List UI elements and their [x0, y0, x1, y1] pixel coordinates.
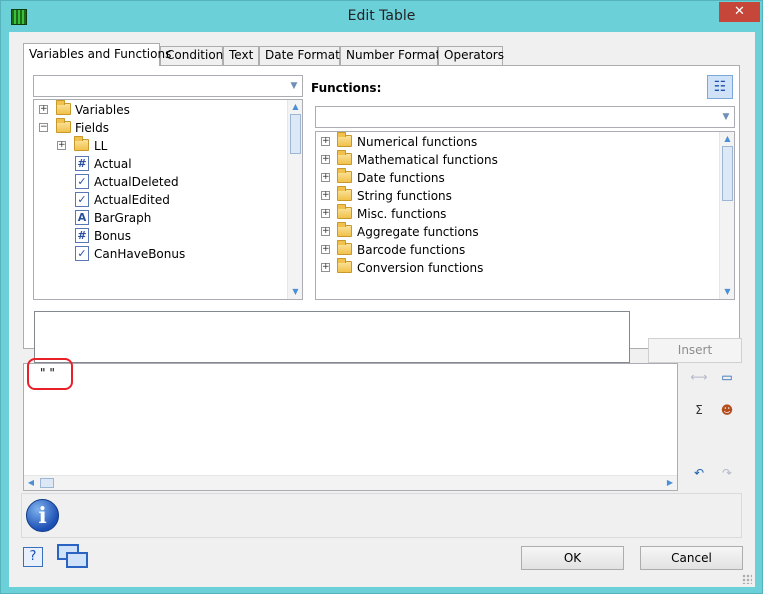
tree-item-label: Fields — [75, 121, 109, 135]
tree-item-label: Variables — [75, 103, 130, 117]
users-icon[interactable]: ☻ — [717, 401, 737, 419]
cancel-button[interactable]: Cancel — [640, 546, 743, 570]
expression-text: " " — [40, 366, 55, 380]
scroll-down-icon[interactable]: ▼ — [720, 285, 734, 299]
expand-icon[interactable]: + — [321, 155, 330, 164]
expand-icon[interactable]: + — [321, 137, 330, 146]
scroll-up-icon[interactable]: ▲ — [720, 132, 734, 146]
folder-icon — [337, 186, 352, 201]
variables-tree[interactable]: + Variables − Fields + LL # Actual ✓ Act… — [33, 99, 303, 300]
numeric-field-icon: # — [75, 156, 89, 171]
folder-icon — [337, 222, 352, 237]
tree-item-label: BarGraph — [94, 211, 152, 225]
scroll-right-icon[interactable]: ▶ — [663, 476, 677, 490]
tab-text[interactable]: Text — [223, 46, 259, 65]
dialog-body: Variables and Functions Condition Text D… — [9, 32, 755, 587]
fields-folder-icon — [56, 118, 71, 133]
view-toggle-icon[interactable]: ☷ — [707, 75, 733, 99]
undo-icon[interactable]: ↶ — [689, 464, 709, 482]
expand-icon[interactable]: + — [321, 263, 330, 272]
expand-icon[interactable]: + — [57, 141, 66, 150]
insert-button[interactable]: Insert — [648, 338, 742, 363]
function-category-label: String functions — [357, 189, 452, 203]
scroll-left-icon[interactable]: ◀ — [24, 476, 38, 490]
scroll-down-icon[interactable]: ▼ — [288, 285, 302, 299]
window-frame-front — [66, 552, 88, 568]
tab-operators[interactable]: Operators — [438, 46, 504, 65]
function-category-label: Date functions — [357, 171, 445, 185]
expand-icon[interactable]: + — [321, 245, 330, 254]
variables-scrollbar[interactable]: ▲ ▼ — [287, 100, 302, 299]
window-layout-icon[interactable] — [57, 544, 89, 570]
folder-icon — [74, 136, 89, 151]
text-field-icon: A — [75, 210, 89, 225]
window-title: Edit Table — [347, 8, 416, 24]
chevron-down-icon[interactable]: ▼ — [287, 77, 301, 95]
function-category-label: Mathematical functions — [357, 153, 498, 167]
folder-icon — [337, 150, 352, 165]
function-category-label: Conversion functions — [357, 261, 484, 275]
expand-icon[interactable]: + — [321, 191, 330, 200]
folder-icon — [337, 168, 352, 183]
expand-icon[interactable]: + — [321, 209, 330, 218]
variables-folder-icon — [56, 100, 71, 115]
info-panel: i — [21, 493, 742, 538]
fullscreen-icon[interactable]: ▭ — [717, 368, 737, 386]
variables-filter-combo[interactable]: ▼ — [33, 75, 303, 97]
tab-date-format[interactable]: Date Format — [259, 46, 340, 65]
boolean-field-icon: ✓ — [75, 174, 89, 189]
sum-icon[interactable]: Σ — [689, 401, 709, 419]
scroll-up-icon[interactable]: ▲ — [288, 100, 302, 114]
functions-label: Functions: — [311, 81, 382, 95]
function-category-label: Barcode functions — [357, 243, 466, 257]
tree-item-label: ActualDeleted — [94, 175, 179, 189]
variables-and-functions-panel: ▼ + Variables − Fields + LL # Actual ✓ A… — [23, 65, 742, 363]
edit-table-window: Edit Table ✕ Variables and Functions Con… — [0, 0, 763, 594]
collapse-icon[interactable]: − — [39, 123, 48, 132]
boolean-field-icon: ✓ — [75, 246, 89, 261]
expand-icon[interactable]: + — [321, 173, 330, 182]
resize-grip-icon[interactable] — [742, 574, 752, 584]
tree-item-label: ActualEdited — [94, 193, 170, 207]
scrollbar-thumb[interactable] — [722, 146, 733, 201]
redo-icon: ↷ — [721, 466, 733, 480]
folder-icon — [337, 204, 352, 219]
function-category-label: Misc. functions — [357, 207, 447, 221]
boolean-field-icon: ✓ — [75, 192, 89, 207]
functions-tree[interactable]: + Numerical functions + Mathematical fun… — [315, 131, 735, 300]
chevron-down-icon[interactable]: ▼ — [719, 108, 733, 126]
folder-icon — [337, 258, 352, 273]
function-category-label: Aggregate functions — [357, 225, 479, 239]
scrollbar-thumb[interactable] — [40, 478, 54, 488]
title-bar: Edit Table ✕ — [1, 1, 762, 32]
ok-button[interactable]: OK — [521, 546, 624, 570]
expression-editor[interactable]: " " ◀ ▶ — [23, 358, 678, 491]
tree-item-label: Actual — [94, 157, 132, 171]
help-icon[interactable]: ? — [23, 547, 43, 567]
scrollbar-thumb[interactable] — [290, 114, 301, 154]
wrap-toggle-icon[interactable]: ⟷ — [689, 368, 709, 386]
numeric-field-icon: # — [75, 228, 89, 243]
expand-icon[interactable]: + — [39, 105, 48, 114]
info-icon: i — [26, 499, 59, 532]
tab-number-format[interactable]: Number Format — [340, 46, 440, 65]
function-category-label: Numerical functions — [357, 135, 478, 149]
functions-filter-combo[interactable]: ▼ — [315, 106, 735, 128]
function-description-box — [34, 311, 630, 363]
tab-variables-and-functions[interactable]: Variables and Functions — [23, 43, 171, 66]
editor-hscrollbar[interactable]: ◀ ▶ — [24, 475, 677, 490]
functions-scrollbar[interactable]: ▲ ▼ — [719, 132, 734, 299]
folder-icon — [337, 132, 352, 147]
tree-item-label: LL — [94, 139, 108, 153]
folder-icon — [337, 240, 352, 255]
tree-item-label: Bonus — [94, 229, 132, 243]
close-button[interactable]: ✕ — [719, 2, 760, 22]
expand-icon[interactable]: + — [321, 227, 330, 236]
tree-item-label: CanHaveBonus — [94, 247, 186, 261]
